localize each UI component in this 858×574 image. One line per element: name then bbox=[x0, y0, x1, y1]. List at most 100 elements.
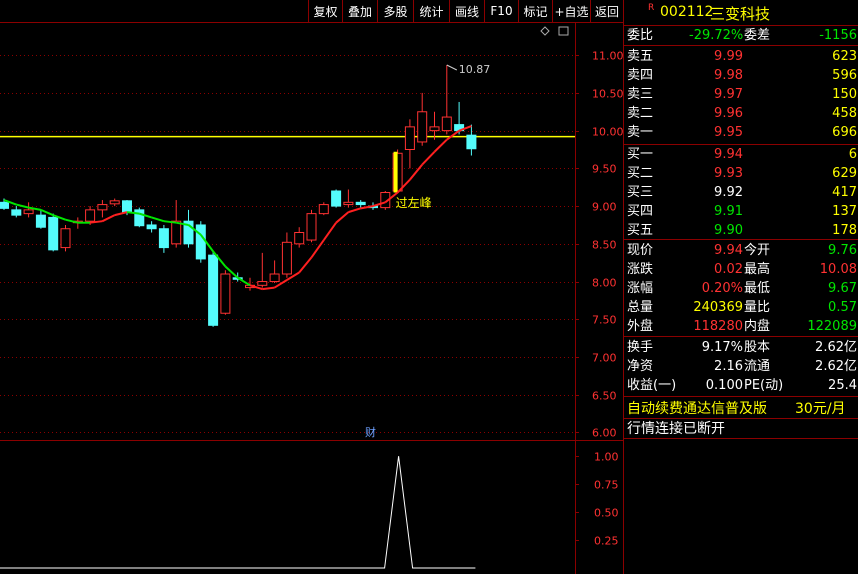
candle-body-down bbox=[158, 228, 169, 249]
fin-value: 2.62亿 bbox=[815, 359, 857, 374]
candle-body-up bbox=[429, 126, 440, 132]
price-tick-label: 6.50 bbox=[592, 390, 617, 403]
stock-code: 002112 bbox=[660, 4, 714, 20]
price-tick-label: 11.00 bbox=[592, 50, 624, 63]
stat-label: 内盘 bbox=[744, 319, 771, 334]
ask-price: 9.95 bbox=[714, 125, 743, 140]
bid-label: 买四 bbox=[627, 204, 654, 219]
fin-value: 2.62亿 bbox=[815, 340, 857, 355]
bid-volume: 417 bbox=[832, 185, 857, 200]
ma-line-segment bbox=[16, 203, 29, 209]
stock-title: R 002112 三变科技 bbox=[624, 0, 858, 25]
stat-label: 现价 bbox=[627, 243, 654, 258]
stat-label: 量比 bbox=[744, 300, 771, 315]
ma-line-segment bbox=[433, 138, 448, 153]
price-tick-label: 8.50 bbox=[592, 239, 617, 252]
ad-banner[interactable]: 自动续费通达信普及版 30元/月 bbox=[627, 400, 857, 418]
ma-line-segment bbox=[310, 239, 325, 258]
ad-price: 30元/月 bbox=[795, 401, 846, 417]
candle-body-up bbox=[343, 201, 354, 206]
price-tick-label: 9.00 bbox=[592, 201, 617, 214]
candle-body-up bbox=[269, 273, 280, 283]
fin-label: 股本 bbox=[744, 340, 771, 355]
ask-row: 卖一 9.95 696 bbox=[627, 124, 857, 142]
bid-row: 买三 9.92 417 bbox=[627, 184, 857, 202]
duogu-button[interactable]: 多股 bbox=[377, 0, 413, 22]
divider bbox=[624, 438, 858, 439]
candle-body-up bbox=[220, 273, 231, 314]
ask-price: 9.99 bbox=[714, 49, 743, 64]
ma-line-segment bbox=[421, 151, 436, 166]
quote-panel: R 002112 三变科技 委比 -29.72% 委差 -1156 卖五 9.99… bbox=[623, 0, 858, 574]
ask-volume: 696 bbox=[832, 125, 857, 140]
ask-price: 9.98 bbox=[714, 68, 743, 83]
add-watchlist-button[interactable]: +自选 bbox=[552, 0, 590, 22]
bid-price: 9.91 bbox=[714, 204, 743, 219]
candle-body-down bbox=[48, 216, 59, 251]
fin-value: 9.17% bbox=[701, 340, 743, 355]
divider bbox=[624, 144, 858, 145]
fin-value: 2.16 bbox=[714, 359, 743, 374]
indicator-tick-label: 0.75 bbox=[594, 479, 619, 492]
connection-status: 行情连接已断开 bbox=[627, 420, 857, 438]
stat-label: 最高 bbox=[744, 262, 771, 277]
candle-body-up bbox=[417, 111, 428, 143]
high-annotation: 10.87 bbox=[459, 63, 491, 76]
bid-volume: 178 bbox=[832, 223, 857, 238]
stat-label: 今开 bbox=[744, 243, 771, 258]
bid-label: 买二 bbox=[627, 166, 654, 181]
price-tick-label: 9.50 bbox=[592, 163, 617, 176]
stock-flag: R bbox=[648, 3, 655, 13]
ask-volume: 150 bbox=[832, 87, 857, 102]
stat-label: 最低 bbox=[744, 281, 771, 296]
candle-body-up bbox=[441, 116, 452, 132]
indicator-tick-label: 0.25 bbox=[594, 535, 619, 548]
stat-row: 总量 240369 量比 0.57 bbox=[627, 299, 857, 317]
stat-label: 涨幅 bbox=[627, 281, 654, 296]
ma-line-segment bbox=[348, 207, 361, 214]
price-tick-label: 7.50 bbox=[592, 314, 617, 327]
ask-row: 卖三 9.97 150 bbox=[627, 86, 857, 104]
stat-value: 0.20% bbox=[701, 281, 743, 296]
ma-line-segment bbox=[298, 256, 313, 274]
weicha-label: 委差 bbox=[744, 28, 771, 43]
bid-price: 9.90 bbox=[714, 223, 743, 238]
bid-price: 9.92 bbox=[714, 185, 743, 200]
weibi-label: 委比 bbox=[627, 28, 654, 43]
candle-body-down bbox=[208, 254, 219, 326]
price-tick-label: 10.00 bbox=[592, 126, 624, 139]
candle-body-up bbox=[294, 232, 305, 245]
ask-label: 卖二 bbox=[627, 106, 654, 121]
huaxian-button[interactable]: 画线 bbox=[449, 0, 484, 22]
diejia-button[interactable]: 叠加 bbox=[342, 0, 377, 22]
f10-button[interactable]: F10 bbox=[484, 0, 518, 22]
tongji-button[interactable]: 统计 bbox=[413, 0, 449, 22]
fin-row: 换手 9.17% 股本 2.62亿 bbox=[627, 339, 857, 357]
ask-volume: 596 bbox=[832, 68, 857, 83]
back-button[interactable]: 返回 bbox=[590, 0, 623, 22]
biaoji-button[interactable]: 标记 bbox=[518, 0, 552, 22]
candle-body-down bbox=[355, 201, 366, 206]
ma-line-segment bbox=[151, 216, 165, 223]
stat-value: 10.08 bbox=[819, 262, 857, 277]
ask-label: 卖三 bbox=[627, 87, 654, 102]
candle-body-up bbox=[97, 204, 108, 211]
ma-line-segment bbox=[322, 222, 337, 241]
candle-body-down bbox=[134, 209, 145, 227]
candle-body-down bbox=[35, 214, 46, 228]
bid-label: 买一 bbox=[627, 147, 654, 162]
ask-volume: 458 bbox=[832, 106, 857, 121]
ma-line-segment bbox=[114, 211, 128, 217]
finance-marker: 财 bbox=[365, 425, 376, 439]
stat-value: 9.94 bbox=[714, 243, 743, 258]
ask-row: 卖二 9.96 458 bbox=[627, 105, 857, 123]
indicator-line bbox=[0, 456, 476, 569]
fin-row: 净资 2.16 流通 2.62亿 bbox=[627, 358, 857, 376]
divider bbox=[624, 418, 858, 419]
fuquan-button[interactable]: 复权 bbox=[308, 0, 342, 22]
stat-value: 9.67 bbox=[828, 281, 857, 296]
weicha-value: -1156 bbox=[819, 28, 857, 43]
weibi-row: 委比 -29.72% 委差 -1156 bbox=[627, 27, 857, 45]
ask-volume: 623 bbox=[832, 49, 857, 64]
candle-body-down bbox=[11, 209, 22, 216]
